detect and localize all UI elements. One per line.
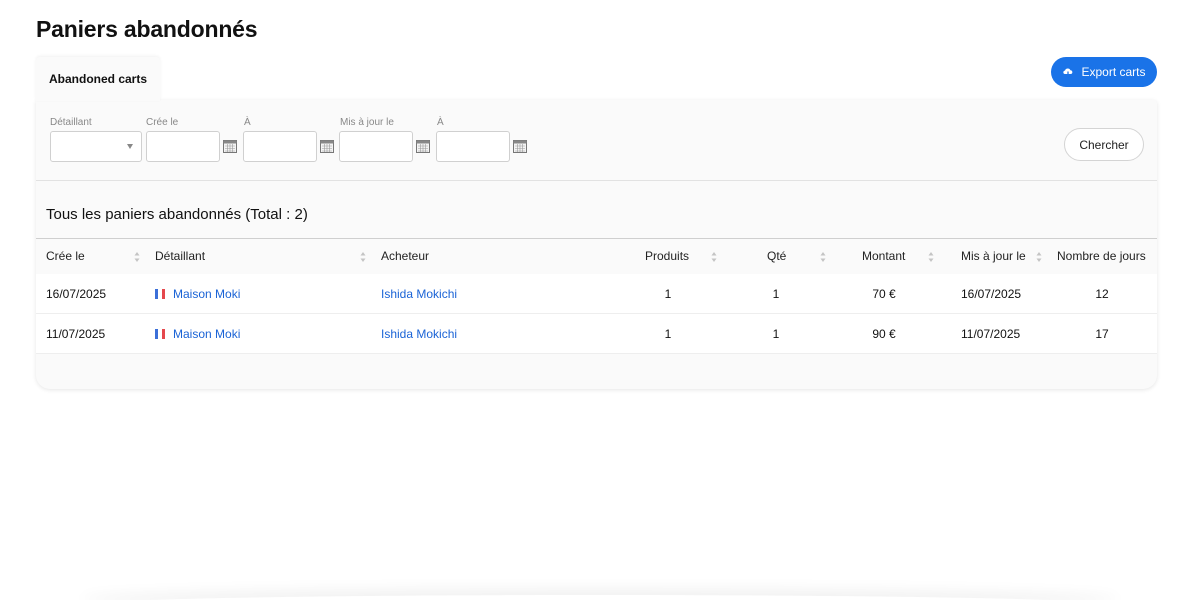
qty-cell: 1	[772, 287, 780, 301]
column-header-updated[interactable]: Mis à jour le	[961, 249, 1026, 263]
created-to-input[interactable]	[243, 131, 317, 162]
column-header-days[interactable]: Nombre de jours	[1057, 249, 1146, 263]
calendar-icon[interactable]	[513, 140, 527, 153]
sort-icon[interactable]	[820, 251, 826, 263]
created-from-input[interactable]	[146, 131, 220, 162]
retailer-link[interactable]: Maison Moki	[173, 287, 240, 301]
retailer-select[interactable]	[50, 131, 142, 162]
buyer-link[interactable]: Ishida Mokichi	[381, 327, 457, 341]
amount-cell: 70 €	[872, 287, 896, 301]
calendar-icon[interactable]	[416, 140, 430, 153]
france-flag-icon	[155, 289, 165, 299]
abandoned-carts-panel: Détaillant Crée le À Mis à jour le À Che…	[36, 100, 1157, 389]
products-cell: 1	[664, 327, 672, 341]
search-button[interactable]: Chercher	[1064, 128, 1144, 161]
bottom-shadow-divider	[80, 595, 1120, 600]
column-header-buyer[interactable]: Acheteur	[381, 249, 429, 263]
table-row[interactable]: 16/07/2025 Maison Moki Ishida Mokichi 1 …	[36, 274, 1157, 314]
calendar-icon[interactable]	[320, 140, 334, 153]
created-cell: 11/07/2025	[46, 327, 106, 341]
created-cell: 16/07/2025	[46, 287, 107, 301]
table-row[interactable]: 11/07/2025 Maison Moki Ishida Mokichi 1 …	[36, 314, 1157, 354]
sort-icon[interactable]	[360, 251, 366, 263]
list-title: Tous les paniers abandonnés (Total : 2)	[46, 206, 308, 223]
table-header: Crée le Détaillant Acheteur Produits Qté…	[36, 238, 1157, 274]
column-header-qty[interactable]: Qté	[767, 249, 786, 263]
column-header-retailer[interactable]: Détaillant	[155, 249, 205, 263]
carts-table: Crée le Détaillant Acheteur Produits Qté…	[36, 238, 1157, 354]
qty-cell: 1	[772, 327, 780, 341]
updated-to-input[interactable]	[436, 131, 510, 162]
amount-cell: 90 €	[872, 327, 896, 341]
column-header-amount[interactable]: Montant	[862, 249, 905, 263]
sort-icon[interactable]	[711, 251, 717, 263]
column-header-products[interactable]: Produits	[645, 249, 689, 263]
page-title: Paniers abandonnés	[36, 16, 258, 42]
updated-cell: 16/07/2025	[961, 287, 1022, 301]
days-cell: 12	[1095, 287, 1109, 301]
updated-cell: 11/07/2025	[961, 327, 1021, 341]
column-header-created[interactable]: Crée le	[46, 249, 85, 263]
export-carts-label: Export carts	[1081, 65, 1146, 79]
updated-from-input[interactable]	[339, 131, 413, 162]
cloud-download-icon	[1063, 68, 1073, 78]
sort-icon[interactable]	[134, 251, 140, 263]
france-flag-icon	[155, 329, 165, 339]
tab-abandoned-carts[interactable]: Abandoned carts	[36, 57, 160, 101]
buyer-link[interactable]: Ishida Mokichi	[381, 287, 457, 301]
sort-icon[interactable]	[928, 251, 934, 263]
filter-bar: Détaillant Crée le À Mis à jour le À Che…	[36, 100, 1157, 181]
sort-icon[interactable]	[1036, 251, 1042, 263]
products-cell: 1	[664, 287, 672, 301]
export-carts-button[interactable]: Export carts	[1051, 57, 1157, 87]
updated-to-label: À	[437, 117, 444, 128]
calendar-icon[interactable]	[223, 140, 237, 153]
retailer-link[interactable]: Maison Moki	[173, 327, 240, 341]
updated-from-label: Mis à jour le	[340, 117, 394, 128]
retailer-filter-label: Détaillant	[50, 117, 92, 128]
days-cell: 17	[1095, 327, 1109, 341]
chevron-down-icon	[127, 144, 133, 149]
created-to-label: À	[244, 117, 251, 128]
created-from-label: Crée le	[146, 117, 179, 128]
